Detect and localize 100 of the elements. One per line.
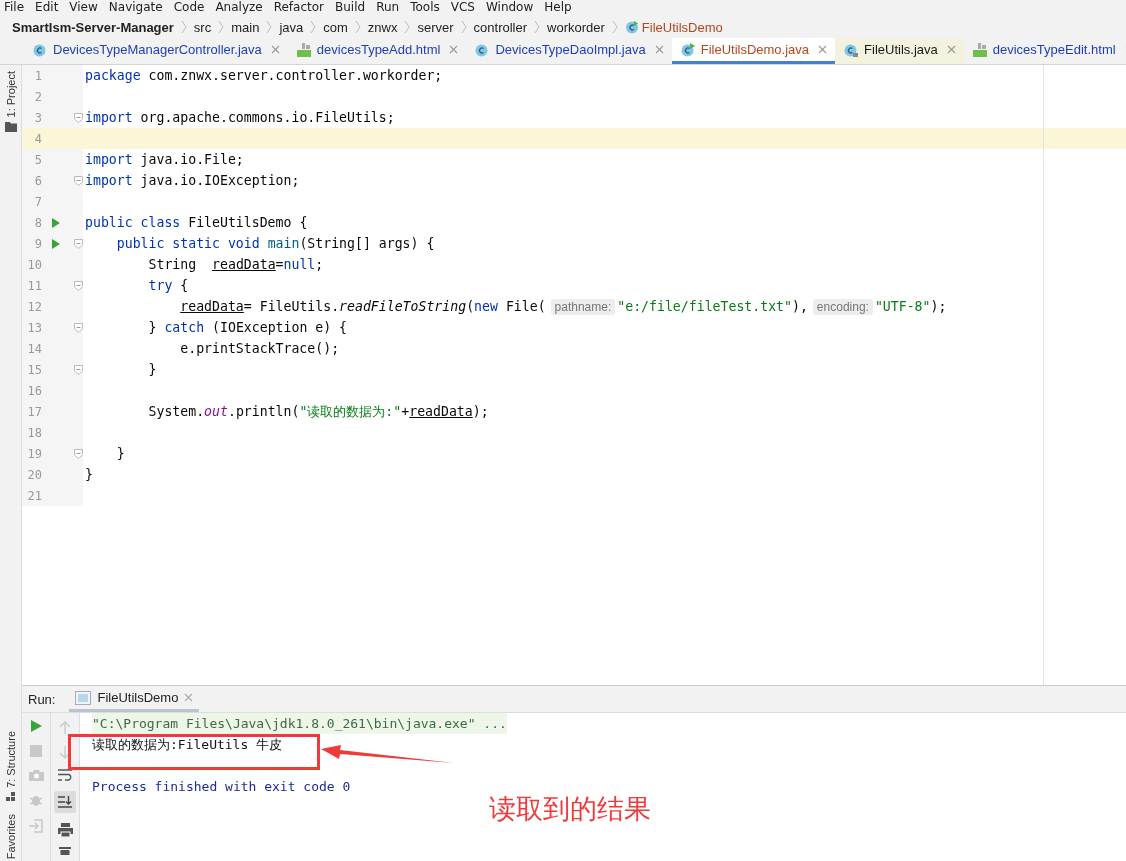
editor-tab[interactable]: FileUtilsDemo.java: [671, 38, 836, 64]
chevron-icon: [460, 20, 467, 34]
close-icon[interactable]: [184, 693, 194, 702]
html-file-icon: [295, 41, 312, 58]
code-method-call: readFileToString: [339, 299, 467, 314]
line-number: 21: [26, 488, 42, 503]
line-number: 7: [33, 194, 42, 209]
editor-tab[interactable]: FileUtils.java: [835, 38, 964, 64]
bug-icon[interactable]: [29, 793, 43, 807]
close-icon[interactable]: [449, 45, 459, 54]
code-text: }: [85, 467, 93, 482]
line-number: 12: [26, 299, 42, 314]
code-string: "读取的数据为:": [299, 403, 402, 419]
folder-icon: [4, 121, 17, 133]
code-text: ),: [791, 299, 808, 314]
code-keyword: public static void: [116, 236, 261, 251]
soft-wrap-icon[interactable]: [58, 769, 72, 781]
menu-item[interactable]: Code: [173, 0, 205, 16]
fold-marker-icon[interactable]: [74, 322, 83, 333]
line-number: 11: [26, 278, 42, 293]
line-number: 16: [26, 383, 42, 398]
line-number: 17: [26, 404, 42, 419]
camera-icon[interactable]: [28, 769, 44, 781]
menu-item[interactable]: Refactor: [273, 0, 325, 16]
fold-marker-icon[interactable]: [74, 175, 83, 186]
print-icon[interactable]: [57, 823, 73, 837]
menu-item[interactable]: VCS: [450, 0, 475, 16]
breadcrumb-item[interactable]: workorder: [547, 19, 605, 35]
fold-marker-icon[interactable]: [74, 112, 83, 123]
breadcrumb-item[interactable]: SmartIsm-Server-Manager: [12, 19, 174, 35]
breadcrumb-item[interactable]: com: [323, 19, 348, 35]
code-keyword: null: [283, 257, 316, 272]
code-method-name: main: [267, 236, 300, 251]
menu-item[interactable]: File: [4, 0, 25, 16]
code-text: {: [180, 278, 189, 293]
menu-item[interactable]: Window: [485, 0, 534, 16]
code-variable: readData: [180, 299, 244, 314]
chevron-icon: [534, 20, 541, 34]
editor-tab[interactable]: DevicesTypeDaoImpl.java: [466, 38, 672, 64]
parameter-hint: encoding:: [812, 299, 873, 315]
trash-icon[interactable]: [59, 847, 71, 855]
editor-tab[interactable]: DevicesTypeManagerController.java: [24, 38, 288, 64]
breadcrumb-item[interactable]: znwx: [367, 19, 398, 35]
code-text: }: [148, 320, 158, 335]
editor-tab[interactable]: devicesTypeEdit.html: [963, 38, 1126, 64]
menu-item[interactable]: Help: [544, 0, 572, 16]
fold-marker-icon[interactable]: [74, 238, 83, 249]
down-arrow-icon[interactable]: [59, 745, 71, 759]
console-command: "C:\Program Files\Java\jdk1.8.0_261\bin\java.exe" ...: [92, 713, 507, 734]
menu-item[interactable]: Run: [376, 0, 400, 16]
tool-window-label[interactable]: Favorites: [4, 813, 17, 859]
code-field: out: [204, 403, 228, 419]
code-string: "UTF-8": [874, 299, 931, 314]
line-number: 1: [33, 68, 42, 83]
editor-tab[interactable]: devicesTypeAdd.html: [287, 38, 467, 64]
close-icon[interactable]: [270, 45, 280, 54]
tool-window-label[interactable]: 1: Project: [4, 71, 17, 118]
breadcrumb-item[interactable]: controller: [473, 19, 528, 35]
scroll-to-end-button[interactable]: [54, 791, 76, 813]
breadcrumb-item[interactable]: FileUtilsDemo: [641, 19, 723, 35]
menu-item[interactable]: Navigate: [108, 0, 163, 16]
fold-marker-icon[interactable]: [74, 448, 83, 459]
code-text: =: [275, 257, 284, 272]
code-keyword: public class: [85, 215, 182, 230]
chevron-icon: [218, 20, 225, 34]
structure-icon: [5, 791, 16, 802]
line-number: 13: [26, 320, 42, 335]
menu-item[interactable]: Edit: [35, 0, 59, 16]
menu-item[interactable]: Analyze: [215, 0, 263, 16]
menu-item[interactable]: Build: [335, 0, 366, 16]
breadcrumb-item[interactable]: server: [417, 19, 454, 35]
breadcrumb-item[interactable]: src: [193, 19, 212, 35]
run-gutter-icon[interactable]: [50, 216, 61, 229]
fold-marker-icon[interactable]: [74, 364, 83, 375]
code-keyword: import: [85, 173, 133, 188]
fold-marker-icon[interactable]: [74, 280, 83, 291]
menu-item[interactable]: View: [69, 0, 98, 16]
run-icon[interactable]: [29, 719, 43, 733]
breadcrumb-item[interactable]: java: [279, 19, 304, 35]
chevron-icon: [354, 20, 361, 34]
run-gutter-icon[interactable]: [50, 237, 61, 250]
login-icon[interactable]: [29, 819, 43, 833]
line-number: 4: [33, 131, 42, 146]
line-number: 9: [33, 236, 42, 251]
close-icon[interactable]: [818, 45, 828, 54]
close-icon[interactable]: [654, 45, 664, 54]
up-arrow-icon[interactable]: [59, 721, 71, 735]
code-text: org.apache.commons.io.FileUtils;: [140, 110, 395, 125]
code-text: );: [472, 403, 489, 419]
chevron-icon: [180, 20, 187, 34]
breadcrumb-item[interactable]: main: [231, 19, 260, 35]
line-number: 18: [26, 425, 42, 440]
code-text: System.: [148, 403, 205, 419]
code-text: }: [148, 362, 157, 377]
line-number: 5: [33, 152, 42, 167]
scroll-to-end-icon: [58, 795, 72, 809]
tool-window-label[interactable]: 7: Structure: [4, 730, 17, 788]
annotation-label: 读取到的结果: [489, 792, 651, 826]
menu-item[interactable]: Tools: [410, 0, 440, 16]
close-icon[interactable]: [946, 45, 956, 54]
